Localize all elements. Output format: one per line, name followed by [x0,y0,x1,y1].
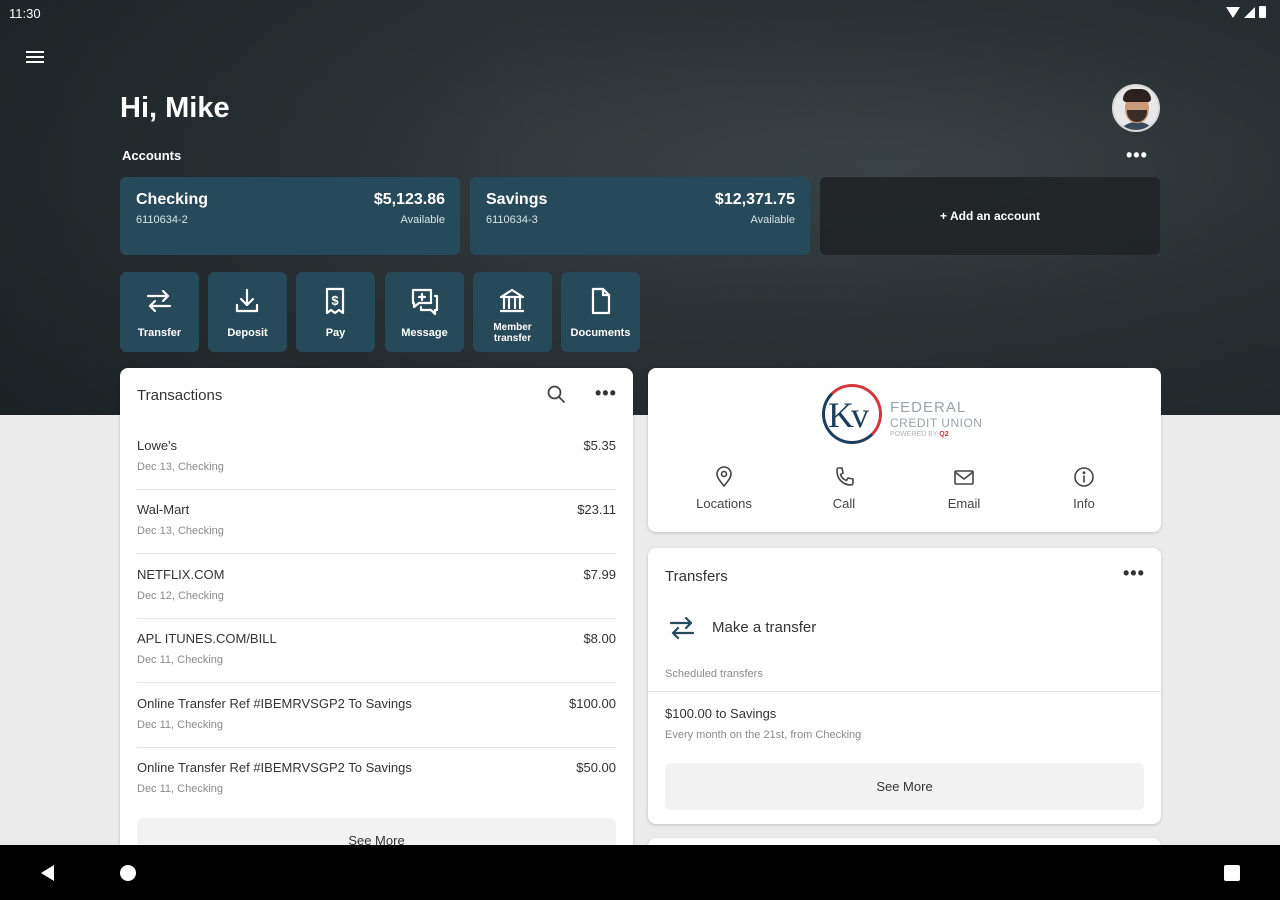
divider [648,691,1161,692]
quick-action-transfer[interactable]: Transfer [120,272,199,352]
email-button[interactable]: Email [909,466,1019,518]
action-label: Email [947,496,981,511]
transactions-card: Transactions ••• Lowe's Dec 13, Checking… [120,368,633,858]
transaction-description: NETFLIX.COM [137,567,225,582]
transfers-see-more-button[interactable]: See More [665,763,1144,810]
menu-icon[interactable] [26,48,46,66]
transaction-amount: $23.11 [577,502,616,517]
bank-icon [499,288,525,313]
accounts-label: Accounts [122,148,182,163]
account-card-savings[interactable]: Savings 6110634-3 $12,371.75 Available [470,177,810,255]
accounts-more-icon[interactable]: ••• [1126,145,1148,166]
quick-action-label: Deposit [227,327,268,339]
account-number: 6110634-3 [486,214,538,226]
transactions-title: Transactions [137,387,223,404]
action-label: Info [1073,496,1095,511]
transaction-row[interactable]: Lowe's Dec 13, Checking $5.35 [137,426,616,490]
call-button[interactable]: Call [789,466,899,518]
transfers-card: Transfers ••• Make a transfer Scheduled … [648,548,1161,824]
quick-action-label: Member transfer [493,322,532,344]
scheduled-transfers-label: Scheduled transfers [665,668,763,680]
transaction-description: Online Transfer Ref #IBEMRVSGP2 To Savin… [137,760,412,775]
greeting-title: Hi, Mike [120,92,230,124]
account-balance: $12,371.75 [714,191,795,208]
home-icon[interactable] [120,865,136,881]
transaction-meta: Dec 11, Checking [137,654,224,666]
status-time: 11:30 [9,6,41,21]
locations-button[interactable]: Locations [669,466,779,518]
account-number: 6110634-2 [136,214,188,226]
email-icon [954,470,974,485]
account-name: Checking [136,191,209,208]
transaction-amount: $100.00 [569,696,616,711]
message-icon [411,288,439,316]
make-transfer-button[interactable]: Make a transfer [665,610,1144,646]
transaction-row[interactable]: Wal-Mart Dec 13, Checking $23.11 [137,490,616,554]
action-label: Locations [696,496,752,511]
account-balance-label: Available [750,214,795,226]
quick-action-label: Transfer [137,327,182,339]
scheduled-transfer-subtitle: Every month on the 21st, from Checking [665,729,862,741]
recent-apps-icon[interactable] [1224,865,1240,881]
document-icon [591,287,611,315]
avatar[interactable] [1112,84,1160,132]
transaction-amount: $8.00 [583,631,616,646]
account-balance-label: Available [400,214,445,226]
system-nav-bar [0,845,1280,900]
wifi-icon [1226,6,1240,18]
transfers-title: Transfers [665,568,728,585]
transaction-amount: $7.99 [583,567,616,582]
account-card-checking[interactable]: Checking 6110634-2 $5,123.86 Available [120,177,460,255]
transfers-more-icon[interactable]: ••• [1123,563,1145,584]
download-icon [235,288,259,313]
transfer-icon [669,616,695,640]
transaction-meta: Dec 11, Checking [137,719,224,731]
back-icon[interactable] [41,865,54,881]
transaction-amount: $5.35 [583,438,616,453]
action-label: Call [832,496,856,511]
transaction-description: Wal-Mart [137,502,190,517]
quick-action-label: Message [401,327,448,339]
bill-icon: $ [325,287,345,315]
transaction-amount: $50.00 [576,760,616,775]
quick-action-deposit[interactable]: Deposit [208,272,287,352]
info-button[interactable]: Info [1029,466,1139,518]
quick-action-documents[interactable]: Documents [561,272,640,352]
credit-union-card: Kv FEDERAL CREDIT UNION POWERED BY Q2 Lo… [648,368,1161,532]
transactions-more-icon[interactable]: ••• [595,383,617,404]
svg-text:$: $ [331,293,339,308]
transaction-row[interactable]: NETFLIX.COM Dec 12, Checking $7.99 [137,555,616,619]
transaction-row[interactable]: Online Transfer Ref #IBEMRVSGP2 To Savin… [137,684,616,748]
add-account-button[interactable]: + Add an account [820,177,1160,255]
quick-action-label: Documents [570,327,631,339]
quick-action-message[interactable]: Message [385,272,464,352]
transaction-description: Online Transfer Ref #IBEMRVSGP2 To Savin… [137,696,412,711]
quick-action-pay[interactable]: $ Pay [296,272,375,352]
transaction-meta: Dec 11, Checking [137,783,224,795]
quick-action-member-transfer[interactable]: Member transfer [473,272,552,352]
transaction-meta: Dec 13, Checking [137,525,224,537]
transfer-icon [146,289,172,313]
account-name: Savings [486,191,548,208]
location-pin-icon [716,466,732,488]
info-icon [1074,467,1094,487]
transaction-description: Lowe's [137,438,178,453]
status-bar: 11:30 [0,0,1280,26]
phone-icon [836,467,854,486]
transaction-row[interactable]: Online Transfer Ref #IBEMRVSGP2 To Savin… [137,748,616,812]
make-transfer-label: Make a transfer [712,619,817,636]
battery-icon [1259,6,1266,18]
transaction-description: APL ITUNES.COM/BILL [137,631,277,646]
search-icon[interactable] [546,384,566,404]
account-balance: $5,123.86 [373,191,445,208]
quick-action-label: Pay [325,327,346,339]
transaction-row[interactable]: APL ITUNES.COM/BILL Dec 11, Checking $8.… [137,619,616,683]
transaction-meta: Dec 13, Checking [137,461,224,473]
credit-union-logo: Kv FEDERAL CREDIT UNION POWERED BY Q2 [820,382,1000,448]
scheduled-transfer-title: $100.00 to Savings [665,706,777,721]
signal-icon [1244,6,1255,18]
transaction-meta: Dec 12, Checking [137,590,224,602]
